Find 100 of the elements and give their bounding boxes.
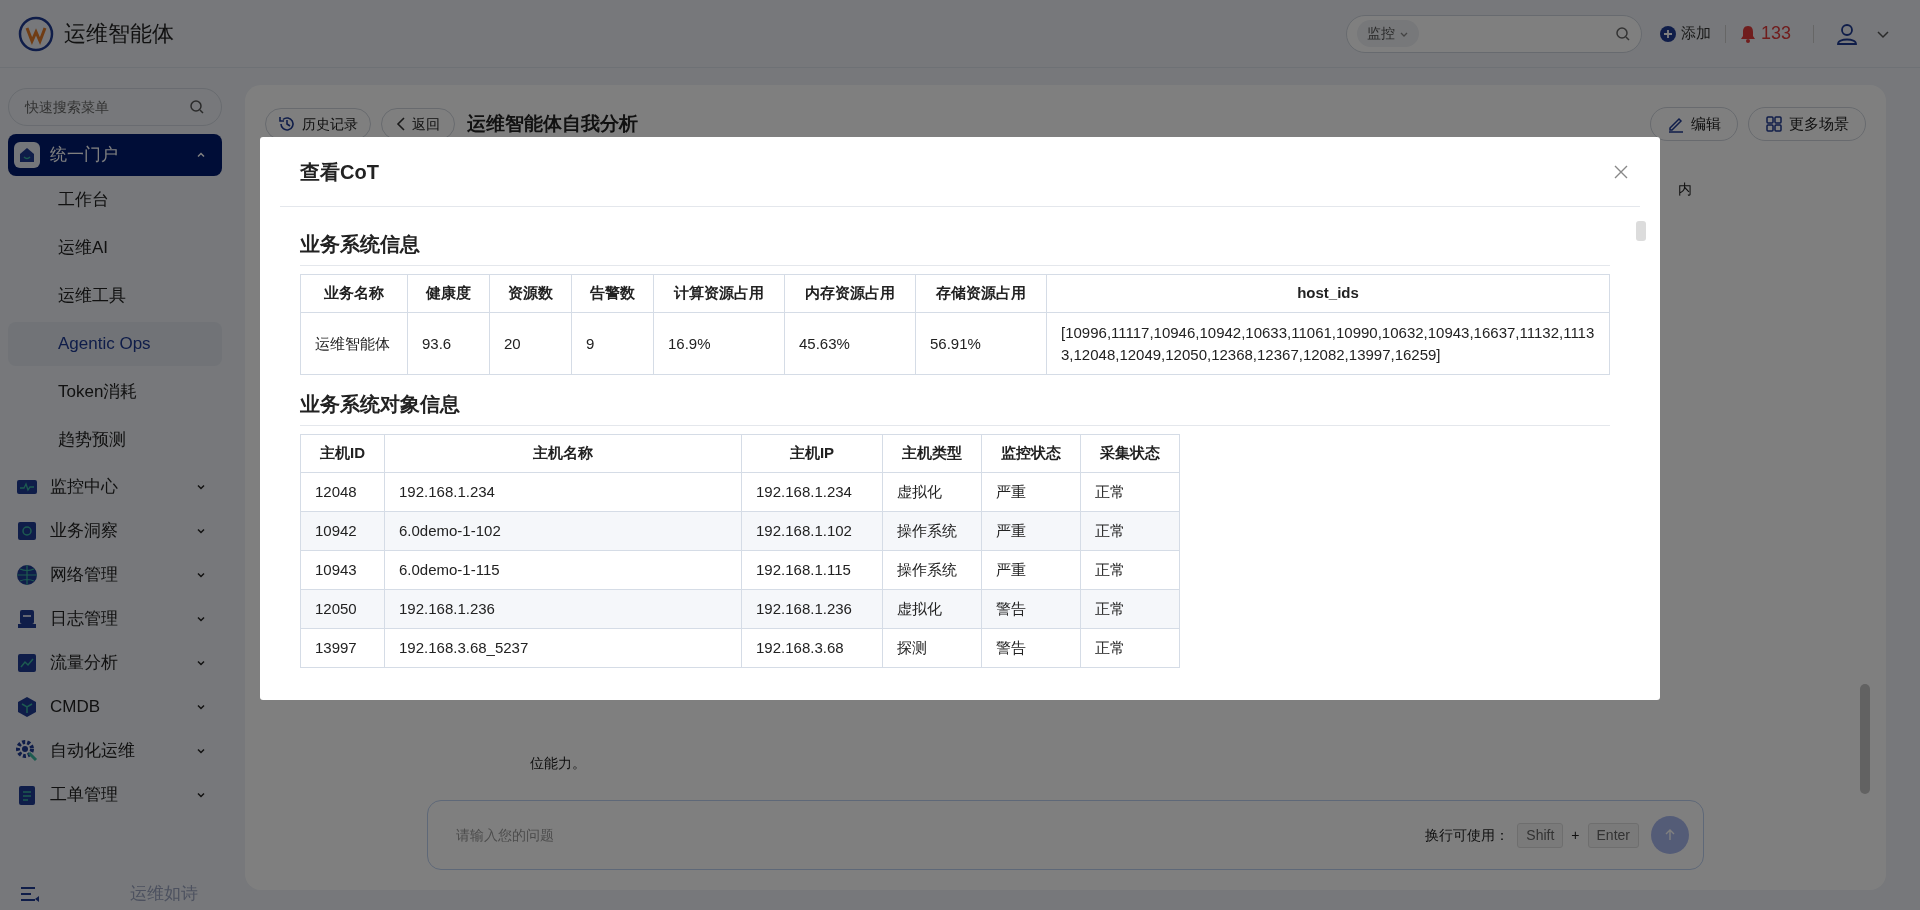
table-cell: 192.168.3.68_5237 xyxy=(384,628,742,668)
column-header: 主机ID xyxy=(300,434,385,473)
plus-circle-icon xyxy=(1659,25,1676,42)
sidebar-subitem[interactable]: Token消耗 xyxy=(8,370,222,414)
table-cell: 6.0demo-1-115 xyxy=(384,550,742,590)
enter-key: Enter xyxy=(1587,822,1639,848)
column-header: host_ids xyxy=(1046,274,1610,313)
chevron-down-icon xyxy=(196,702,206,712)
column-header: 健康度 xyxy=(407,274,490,313)
table-cell: 正常 xyxy=(1080,511,1180,551)
table-cell: 12050 xyxy=(300,589,385,629)
table-cell: 192.168.1.115 xyxy=(741,550,883,590)
table-cell: 10942 xyxy=(300,511,385,551)
pencil-icon xyxy=(1667,115,1685,133)
table-cell: 探测 xyxy=(882,628,982,668)
collapse-menu-icon[interactable] xyxy=(20,886,40,902)
chat-text: 位能力。 xyxy=(530,754,586,773)
sidebar-subitem[interactable]: Agentic Ops xyxy=(8,322,222,366)
app-title: 运维智能体 xyxy=(64,20,174,48)
column-header: 主机类型 xyxy=(882,434,982,473)
sidebar-item[interactable]: 工单管理 xyxy=(8,774,222,816)
chevron-down-icon xyxy=(196,526,206,536)
table-cell: 6.0demo-1-102 xyxy=(384,511,742,551)
table-cell: 192.168.3.68 xyxy=(741,628,883,668)
sidebar-item[interactable]: 监控中心 xyxy=(8,466,222,508)
sidebar-subitem[interactable]: 工作台 xyxy=(8,178,222,222)
table-cell: 93.6 xyxy=(407,312,490,375)
chevron-down-icon xyxy=(196,614,206,624)
column-header: 内存资源占用 xyxy=(784,274,916,313)
table-cell: 正常 xyxy=(1080,550,1180,590)
chevron-up-icon xyxy=(196,150,206,160)
table-cell: 12048 xyxy=(300,472,385,512)
search-field[interactable]: 监控 xyxy=(1345,14,1642,53)
globe-icon xyxy=(14,562,40,588)
sidebar-item[interactable]: 业务洞察 xyxy=(8,510,222,552)
sidebar-item[interactable]: CMDB xyxy=(8,686,222,728)
column-header: 业务名称 xyxy=(300,274,408,313)
table-cell: 10943 xyxy=(300,550,385,590)
alerts-button[interactable]: 133 xyxy=(1739,20,1791,47)
bell-icon xyxy=(1739,24,1756,43)
table-cell: 运维智能体 xyxy=(300,312,408,375)
history-icon xyxy=(278,115,296,133)
table-cell: 严重 xyxy=(981,472,1081,512)
table-cell: 警告 xyxy=(981,628,1081,668)
chevron-down-icon xyxy=(196,658,206,668)
grid-icon xyxy=(1765,115,1783,133)
newline-hint: 换行可使用： xyxy=(1425,825,1510,845)
table-cell: 正常 xyxy=(1080,472,1180,512)
dialog-title: 查看CoT xyxy=(300,159,380,185)
chat-text: 内 xyxy=(1678,180,1692,199)
chevron-down-icon xyxy=(196,790,206,800)
scrollbar-thumb[interactable] xyxy=(1860,684,1870,794)
table-cell: 正常 xyxy=(1080,628,1180,668)
user-icon[interactable] xyxy=(1836,22,1858,45)
column-header: 告警数 xyxy=(571,274,654,313)
table-cell: 13997 xyxy=(300,628,385,668)
table-cell: 虚拟化 xyxy=(882,472,982,512)
chevron-down-icon xyxy=(196,746,206,756)
table-cell: 严重 xyxy=(981,550,1081,590)
table-cell: 192.168.1.234 xyxy=(741,472,883,512)
section-heading: 业务系统对象信息 xyxy=(300,389,1610,426)
column-header: 采集状态 xyxy=(1080,434,1180,473)
search-icon xyxy=(189,99,205,115)
column-header: 主机名称 xyxy=(384,434,742,473)
sidebar-item[interactable]: 网络管理 xyxy=(8,554,222,596)
column-header: 计算资源占用 xyxy=(653,274,785,313)
table-cell: 192.168.1.236 xyxy=(384,589,742,629)
section-heading: 业务系统信息 xyxy=(300,229,1610,266)
table-cell: 虚拟化 xyxy=(882,589,982,629)
chevron-down-icon xyxy=(196,482,206,492)
plus-sign: + xyxy=(1571,825,1580,845)
column-header: 主机IP xyxy=(741,434,883,473)
sidebar-item[interactable]: 自动化运维 xyxy=(8,730,222,772)
sidebar-subitem[interactable]: 趋势预测 xyxy=(8,418,222,462)
table-cell: 操作系统 xyxy=(882,511,982,551)
sidebar-item[interactable]: 日志管理 xyxy=(8,598,222,640)
table-cell: 192.168.1.234 xyxy=(384,472,742,512)
shift-key: Shift xyxy=(1517,822,1564,848)
sidebar-subitem[interactable]: 运维AI xyxy=(8,226,222,270)
scrollbar-thumb[interactable] xyxy=(1636,221,1646,241)
table-cell: 操作系统 xyxy=(882,550,982,590)
table-cell: 警告 xyxy=(981,589,1081,629)
add-button[interactable]: 添加 xyxy=(1659,22,1711,45)
table-cell: 20 xyxy=(489,312,572,375)
table-cell: 45.63% xyxy=(784,312,916,375)
table-cell: 9 xyxy=(571,312,654,375)
search-icon xyxy=(1614,25,1631,42)
table-cell: 192.168.1.102 xyxy=(741,511,883,551)
table-cell: 正常 xyxy=(1080,589,1180,629)
chevron-left-icon xyxy=(396,116,406,132)
sidebar-subitem[interactable]: 运维工具 xyxy=(8,274,222,318)
table-cell: 16.9% xyxy=(653,312,785,375)
scope-select-label: 监控 xyxy=(1366,24,1395,43)
sidebar-item[interactable]: 流量分析 xyxy=(8,642,222,684)
column-header: 监控状态 xyxy=(981,434,1081,473)
sidebar-item[interactable]: 统一门户 xyxy=(8,134,222,176)
close-icon[interactable] xyxy=(1614,164,1628,179)
table-cell: [10996,11117,10946,10942,10633,11061,10990,10632,10943,16637,11132,11133,12048,12049,12050,12368,12367,12082,13997,16259] xyxy=(1046,312,1610,375)
table-cell: 56.91% xyxy=(915,312,1047,375)
column-header: 存储资源占用 xyxy=(915,274,1047,313)
